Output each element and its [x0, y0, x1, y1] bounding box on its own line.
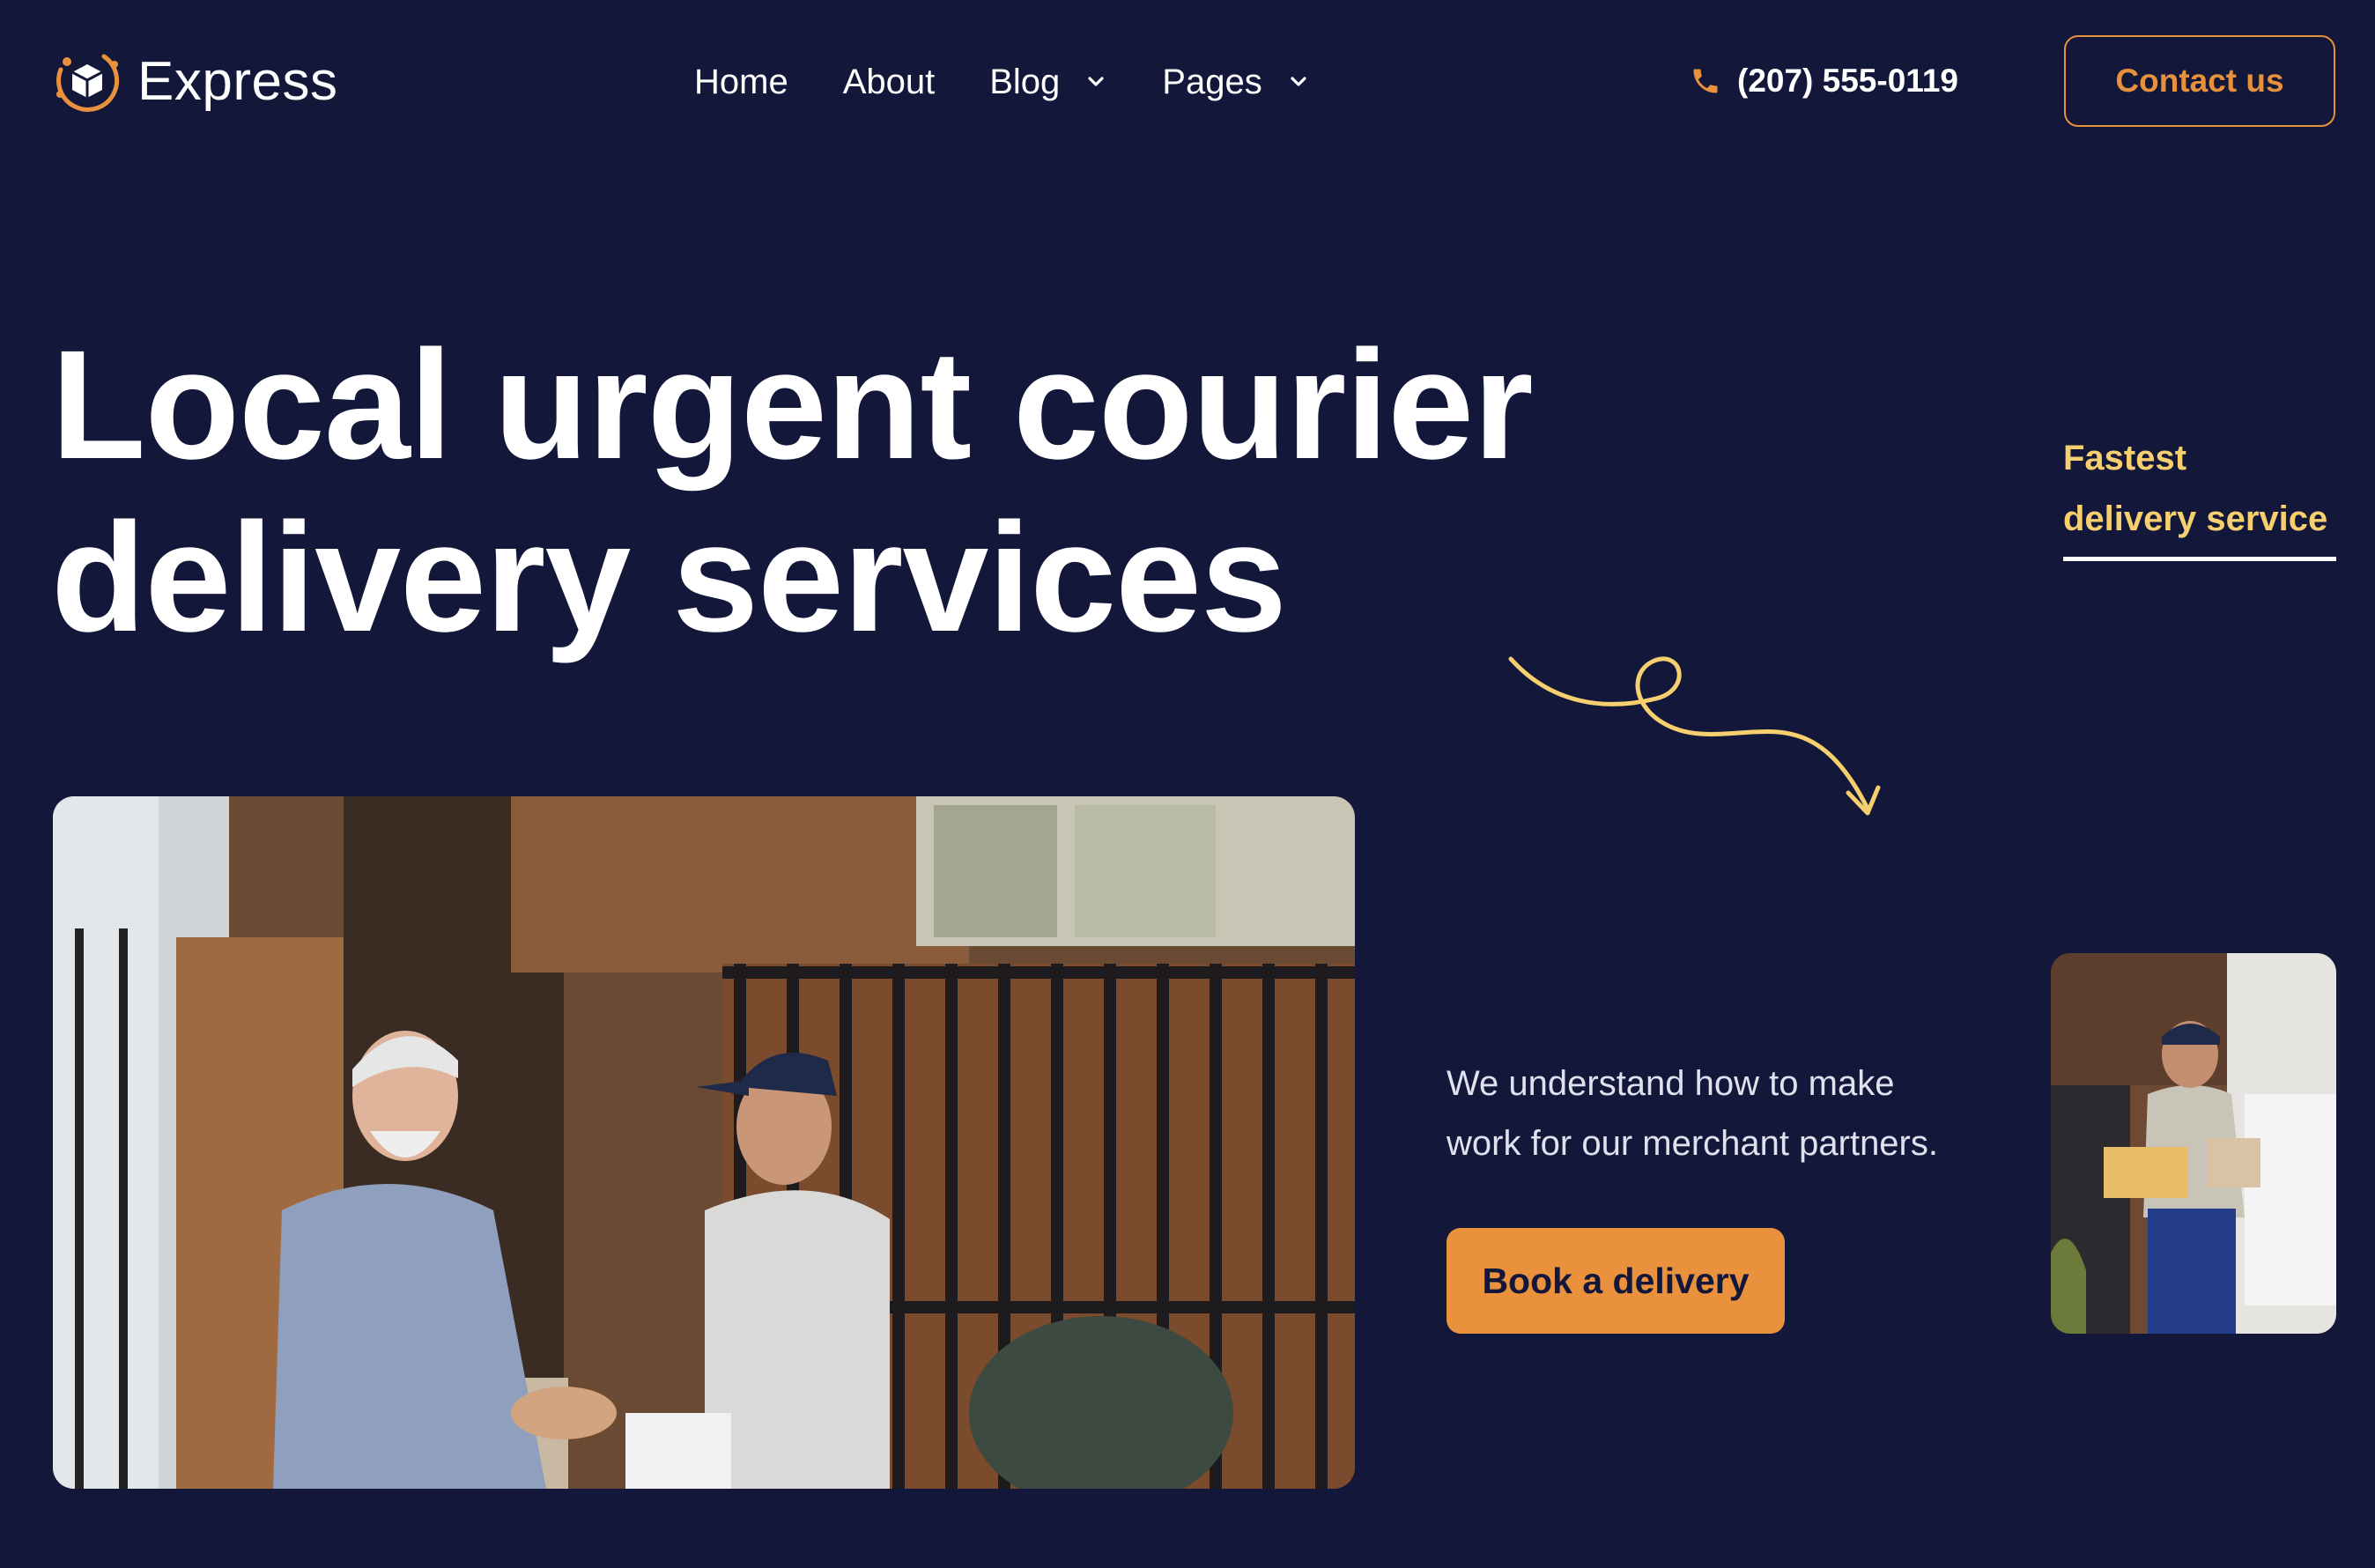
phone-number: (207) 555-0119 — [1737, 63, 1958, 99]
nav-item-label: Blog — [989, 62, 1061, 101]
chevron-down-icon — [1088, 77, 1104, 86]
main-nav: Home About Blog Pages — [694, 55, 1310, 109]
phone-icon — [1693, 69, 1718, 93]
nav-item-label: Pages — [1162, 62, 1262, 101]
courier-photo — [2051, 953, 2336, 1334]
contact-us-button[interactable]: Contact us — [2064, 35, 2335, 127]
tagline-line: work for our merchant partners. — [1446, 1124, 1938, 1163]
fastest-label-line: delivery service — [2063, 499, 2328, 538]
box-logo-icon — [56, 54, 120, 112]
fastest-label-line: Fastest — [2063, 439, 2187, 477]
hero-photo-handshake — [53, 796, 1355, 1489]
phone-link[interactable]: (207) 555-0119 — [1690, 56, 1958, 106]
chevron-down-icon — [1291, 77, 1306, 86]
brand-logo[interactable]: Express — [51, 44, 337, 118]
fastest-delivery-label: Fastest delivery service — [2063, 428, 2336, 550]
divider — [2063, 557, 2336, 561]
nav-item-home[interactable]: Home — [694, 63, 788, 102]
hero-tagline: We understand how to make work for our m… — [1446, 1054, 2010, 1173]
nav-item-pages[interactable]: Pages — [1162, 63, 1309, 102]
nav-item-blog[interactable]: Blog — [989, 63, 1107, 102]
brand-name: Express — [137, 50, 338, 112]
tagline-line: We understand how to make — [1446, 1064, 1895, 1103]
hero-title: Local urgent courier delivery services — [51, 319, 1725, 664]
book-delivery-button[interactable]: Book a delivery — [1446, 1228, 1785, 1334]
nav-item-label: About — [842, 62, 936, 101]
squiggle-arrow-icon — [1508, 656, 1881, 816]
nav-item-about[interactable]: About — [843, 63, 936, 102]
nav-item-label: Home — [694, 62, 788, 101]
hero-title-line: Local urgent courier — [51, 319, 1534, 492]
hero-title-line: delivery services — [51, 492, 1287, 664]
